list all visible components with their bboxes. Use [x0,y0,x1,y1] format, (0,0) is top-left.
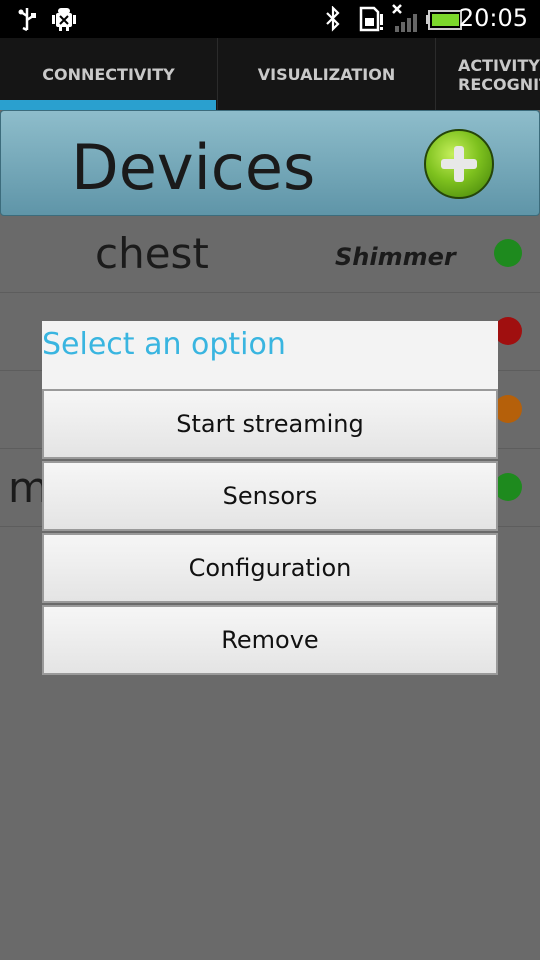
options-dialog: Select an option Start streaming Sensors… [42,321,498,677]
status-bar: 20:05 [0,0,540,38]
tab-label-line2: RECOGNIT [458,75,540,94]
plus-icon-vertical [454,146,464,182]
tab-label-line1: ACTIVITY [458,56,540,75]
devices-header: Devices [0,110,540,216]
bluetooth-icon [326,6,340,32]
android-debug-icon [52,8,76,31]
device-type: Shimmer [335,243,456,271]
tab-activity-recognition[interactable]: ACTIVITY RECOGNIT [436,38,540,110]
status-dot [494,239,522,267]
sensors-button[interactable]: Sensors [42,461,498,531]
battery-icon [426,10,462,30]
status-dot [494,317,522,345]
status-dot [494,473,522,501]
status-dot [494,395,522,423]
remove-button[interactable]: Remove [42,605,498,675]
signal-icon [392,4,417,32]
page-title: Devices [71,131,316,204]
sd-card-icon [359,6,383,32]
dialog-header: Select an option [42,321,498,389]
list-item[interactable]: chest Shimmer [0,215,540,293]
start-streaming-button[interactable]: Start streaming [42,389,498,459]
add-device-button[interactable] [424,129,494,199]
clock: 20:05 [458,4,528,32]
tab-visualization[interactable]: VISUALIZATION [218,38,436,110]
tab-active-indicator [0,100,216,110]
usb-icon [18,8,36,32]
configuration-button[interactable]: Configuration [42,533,498,603]
device-name: chest [95,229,209,278]
dialog-title: Select an option [42,327,286,362]
